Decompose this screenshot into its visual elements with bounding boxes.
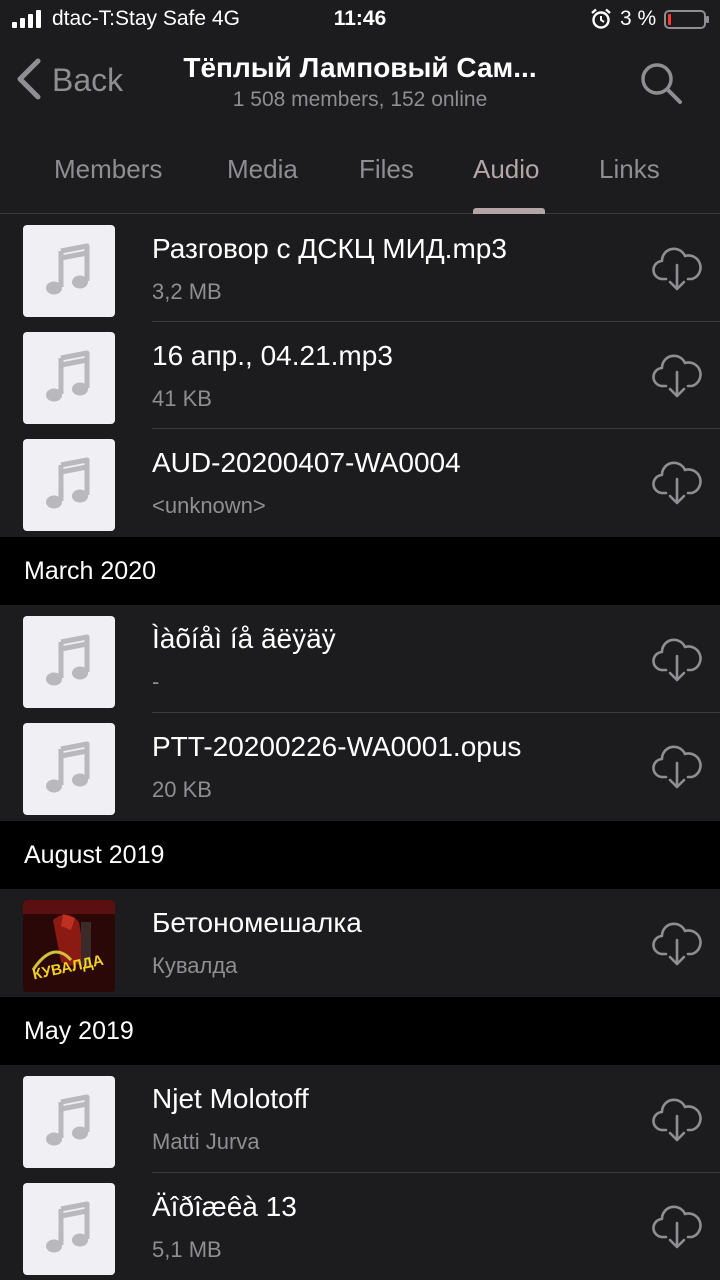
audio-size: 20 KB	[152, 777, 212, 802]
list-item[interactable]: AUD-20200407-WA0004 <unknown>	[0, 429, 720, 537]
audio-artist: Кувалда	[152, 953, 238, 978]
list-item[interactable]: 16 апр., 04.21.mp3 41 KB	[0, 322, 720, 429]
status-bar: dtac-T:Stay Safe 4G 11:46 3 %	[0, 0, 720, 40]
music-note-icon	[23, 225, 115, 317]
tab-audio[interactable]: Audio	[473, 154, 540, 185]
audio-artist: Matti Jurva	[152, 1129, 260, 1154]
member-count: 1 508 members, 152 online	[232, 88, 488, 111]
audio-title: PTT-20200226-WA0001.opus	[152, 731, 522, 762]
tab-links[interactable]: Links	[599, 154, 660, 185]
back-button[interactable]: Back	[52, 62, 123, 99]
media-tabs: Members Media Files Audio Links	[0, 130, 720, 214]
list-item[interactable]: PTT-20200226-WA0001.opus 20 KB	[0, 713, 720, 821]
audio-size: 3,2 MB	[152, 279, 222, 304]
audio-title: 16 апр., 04.21.mp3	[152, 340, 393, 371]
clock: 11:46	[333, 7, 387, 30]
audio-title: Бетономешалка	[152, 907, 362, 938]
section-label: August 2019	[24, 841, 165, 869]
cloud-download-icon[interactable]	[652, 741, 702, 791]
battery-icon	[664, 10, 709, 29]
section-label: May 2019	[24, 1017, 134, 1045]
active-tab-indicator	[473, 208, 545, 214]
list-item[interactable]: КУВАЛДА Бетономешалка Кувалда	[0, 889, 720, 997]
list-item[interactable]: Njet Molotoff Matti Jurva	[0, 1065, 720, 1173]
chat-title[interactable]: Тёплый Ламповый Сам...	[150, 52, 570, 84]
music-note-icon	[23, 439, 115, 531]
nav-header: Back Тёплый Ламповый Сам... 1 508 member…	[0, 40, 720, 130]
audio-title: Äîðîæêà 13	[152, 1191, 297, 1222]
tab-files[interactable]: Files	[359, 154, 414, 185]
alarm-icon	[591, 8, 611, 29]
audio-title: Разговор с ДСКЦ МИД.mp3	[152, 233, 507, 264]
audio-title: Njet Molotoff	[152, 1083, 309, 1114]
cloud-download-icon[interactable]	[652, 457, 702, 507]
list-item[interactable]: Äîðîæêà 13 5,1 MB	[0, 1173, 720, 1280]
music-note-icon	[23, 1183, 115, 1275]
audio-title: AUD-20200407-WA0004	[152, 447, 461, 478]
battery-percent: 3 %	[620, 7, 657, 30]
list-item[interactable]: Ìàõíåì íå ãëÿäÿ -	[0, 605, 720, 713]
chevron-left-icon[interactable]	[14, 57, 44, 101]
section-header: March 2020	[0, 537, 720, 605]
tab-members[interactable]: Members	[54, 154, 162, 185]
cloud-download-icon[interactable]	[652, 918, 702, 968]
audio-size: <unknown>	[152, 493, 266, 518]
audio-title: Ìàõíåì íå ãëÿäÿ	[152, 623, 336, 654]
music-note-icon	[23, 723, 115, 815]
album-cover: КУВАЛДА	[23, 900, 115, 992]
search-icon[interactable]	[638, 60, 684, 106]
music-note-icon	[23, 332, 115, 424]
music-note-icon	[23, 616, 115, 708]
cloud-download-icon[interactable]	[652, 1094, 702, 1144]
music-note-icon	[23, 1076, 115, 1168]
audio-size: -	[152, 669, 160, 694]
cloud-download-icon[interactable]	[652, 634, 702, 684]
audio-size: 5,1 MB	[152, 1237, 222, 1262]
audio-size: 41 KB	[152, 386, 212, 411]
tab-media[interactable]: Media	[227, 154, 298, 185]
cloud-download-icon[interactable]	[652, 243, 702, 293]
cloud-download-icon[interactable]	[652, 1201, 702, 1251]
battery-level	[668, 14, 671, 25]
section-header: May 2019	[0, 997, 720, 1065]
section-header: August 2019	[0, 821, 720, 889]
section-label: March 2020	[24, 557, 157, 585]
cloud-download-icon[interactable]	[652, 350, 702, 400]
list-item[interactable]: Разговор с ДСКЦ МИД.mp3 3,2 MB	[0, 215, 720, 322]
